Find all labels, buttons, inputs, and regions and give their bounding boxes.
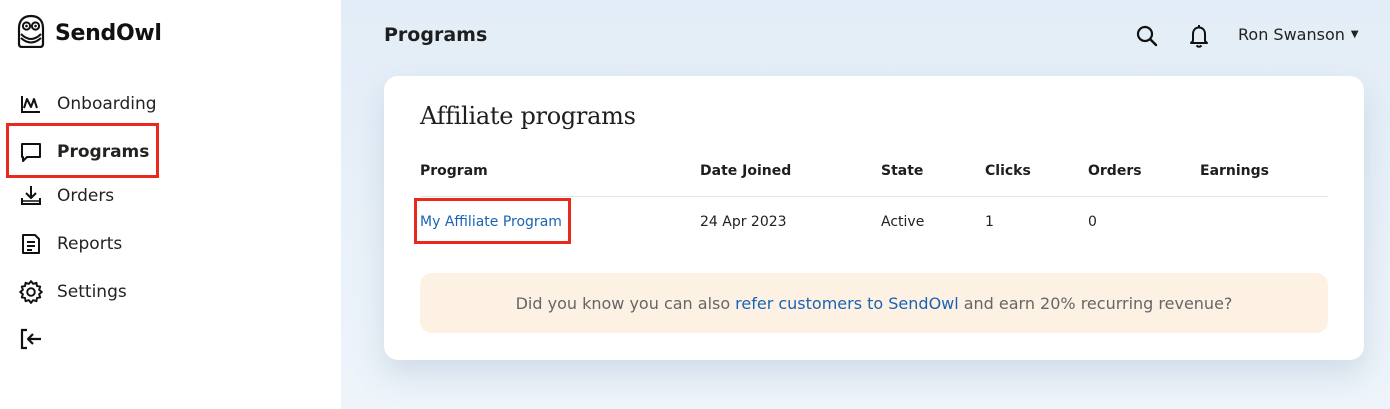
logout-icon xyxy=(17,325,45,353)
sidebar-item-label: Reports xyxy=(57,234,123,254)
highlight-box-programs xyxy=(6,123,159,178)
owl-logo-icon xyxy=(17,14,45,52)
column-header-state: State xyxy=(881,163,924,179)
column-header-program: Program xyxy=(420,163,488,179)
gear-icon xyxy=(17,278,45,306)
download-tray-icon xyxy=(17,182,45,210)
user-menu[interactable]: Ron Swanson ▼ xyxy=(1238,25,1359,44)
sidebar-item-onboarding[interactable]: Onboarding xyxy=(17,90,157,118)
user-name: Ron Swanson xyxy=(1238,25,1345,44)
sidebar-item-logout[interactable] xyxy=(17,325,45,353)
notice-text-after: and earn 20% recurring revenue? xyxy=(963,293,1233,313)
report-document-icon xyxy=(17,230,45,258)
notice-text-before: Did you know you can also xyxy=(515,293,731,313)
onboarding-chart-icon xyxy=(17,90,45,118)
page-title: Programs xyxy=(384,24,488,46)
date-joined-cell: 24 Apr 2023 xyxy=(700,214,787,230)
logo[interactable]: SendOwl xyxy=(17,14,162,52)
sidebar-item-label: Orders xyxy=(57,186,115,206)
column-header-earnings: Earnings xyxy=(1200,163,1270,179)
chevron-down-icon: ▼ xyxy=(1350,29,1359,40)
column-header-orders: Orders xyxy=(1088,163,1142,179)
table-divider xyxy=(420,196,1328,197)
referral-notice: Did you know you can also refer customer… xyxy=(420,273,1328,333)
orders-cell: 0 xyxy=(1088,214,1097,230)
bell-icon[interactable] xyxy=(1185,22,1213,50)
sidebar-item-reports[interactable]: Reports xyxy=(17,230,122,258)
sidebar-item-settings[interactable]: Settings xyxy=(17,278,127,306)
sidebar-item-label: Onboarding xyxy=(57,94,157,114)
affiliate-programs-card: Affiliate programs Program Date Joined S… xyxy=(384,76,1364,360)
sidebar-item-orders[interactable]: Orders xyxy=(17,182,114,210)
clicks-cell: 1 xyxy=(985,214,994,230)
column-header-date-joined: Date Joined xyxy=(700,163,792,179)
sidebar: SendOwl Onboarding Programs Orders Repor… xyxy=(0,0,341,409)
main-content: Programs Ron Swanson ▼ Affiliate program… xyxy=(341,0,1390,409)
column-header-clicks: Clicks xyxy=(985,163,1031,179)
refer-customers-link[interactable]: refer customers to SendOwl xyxy=(735,294,959,313)
sidebar-item-label: Settings xyxy=(57,282,127,302)
state-cell: Active xyxy=(881,214,925,230)
search-icon[interactable] xyxy=(1133,22,1161,50)
highlight-box-program-link xyxy=(414,198,571,244)
card-title: Affiliate programs xyxy=(420,102,636,130)
app-name: SendOwl xyxy=(55,20,162,46)
